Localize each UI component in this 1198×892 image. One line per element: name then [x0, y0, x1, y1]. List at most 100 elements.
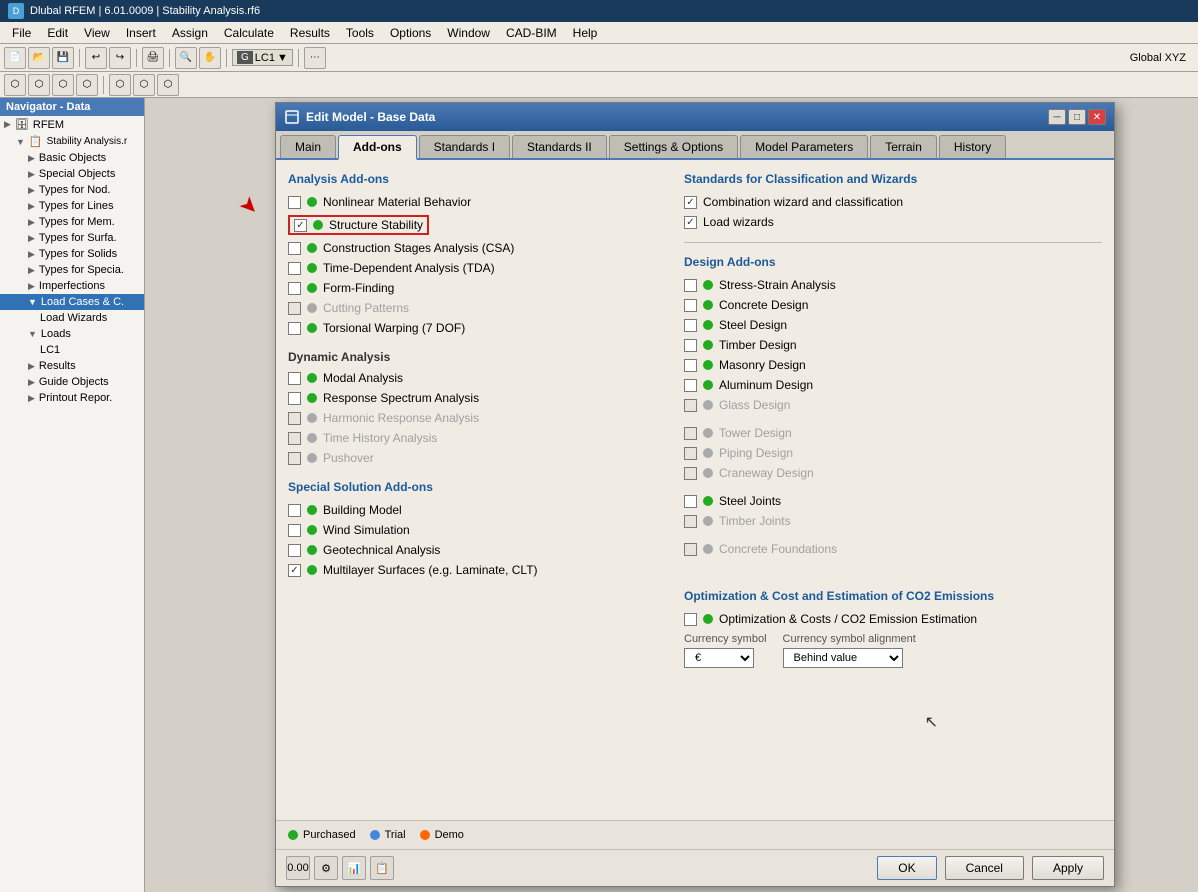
checkbox-timber[interactable] — [684, 339, 697, 352]
dot-stability — [313, 220, 323, 230]
checkbox-modal[interactable] — [288, 372, 301, 385]
new-btn[interactable]: 📄 — [4, 47, 26, 69]
nav-imperfections[interactable]: ▶ Imperfections — [0, 278, 144, 294]
nav-types-lines[interactable]: ▶ Types for Lines — [0, 198, 144, 214]
footer-icon-3[interactable]: 📊 — [342, 856, 366, 880]
tb2-7[interactable]: ⬡ — [157, 74, 179, 96]
tab-main[interactable]: Main — [280, 135, 336, 158]
undo-btn[interactable]: ↩ — [85, 47, 107, 69]
open-btn[interactable]: 📂 — [28, 47, 50, 69]
print-btn[interactable]: 🖨 — [142, 47, 164, 69]
menu-assign[interactable]: Assign — [164, 24, 216, 42]
minimize-button[interactable]: ─ — [1048, 109, 1066, 125]
checkbox-geotech[interactable] — [288, 544, 301, 557]
checkbox-stability[interactable] — [294, 219, 307, 232]
design-concretefound: Concrete Foundations — [684, 541, 1102, 557]
nav-rfem[interactable]: ▶ 🗄 RFEM — [0, 116, 144, 133]
legend-demo: Demo — [420, 829, 464, 841]
nav-printout[interactable]: ▶ Printout Repor. — [0, 390, 144, 406]
label-building: Building Model — [323, 503, 402, 517]
tb2-6[interactable]: ⬡ — [133, 74, 155, 96]
checkbox-nonlinear[interactable] — [288, 196, 301, 209]
checkbox-craneway — [684, 467, 697, 480]
tab-terrain[interactable]: Terrain — [870, 135, 937, 158]
tab-addons[interactable]: Add-ons — [338, 135, 417, 160]
zoom-btn[interactable]: 🔍 — [175, 47, 197, 69]
nav-guide-objects[interactable]: ▶ Guide Objects — [0, 374, 144, 390]
checkbox-wind[interactable] — [288, 524, 301, 537]
checkbox-combo[interactable] — [684, 196, 697, 209]
checkbox-steel[interactable] — [684, 319, 697, 332]
menu-view[interactable]: View — [76, 24, 118, 42]
tb2-3[interactable]: ⬡ — [52, 74, 74, 96]
tb2-5[interactable]: ⬡ — [109, 74, 131, 96]
menu-file[interactable]: File — [4, 24, 39, 42]
checkbox-stress[interactable] — [684, 279, 697, 292]
stability-highlight: Structure Stability — [288, 215, 429, 235]
tab-standards2[interactable]: Standards II — [512, 135, 607, 158]
nav-loads[interactable]: ▼ Loads — [0, 326, 144, 342]
menu-tools[interactable]: Tools — [338, 24, 382, 42]
tab-standards1[interactable]: Standards I — [419, 135, 510, 158]
dot-masonry — [703, 360, 713, 370]
nav-load-wizards[interactable]: Load Wizards — [0, 310, 144, 326]
design-timberjoints: Timber Joints — [684, 513, 1102, 529]
nav-types-members[interactable]: ▶ Types for Mem. — [0, 214, 144, 230]
checkbox-tower — [684, 427, 697, 440]
menu-edit[interactable]: Edit — [39, 24, 76, 42]
maximize-button[interactable]: □ — [1068, 109, 1086, 125]
footer-icon-4[interactable]: 📋 — [370, 856, 394, 880]
edit-model-dialog: Edit Model - Base Data ─ □ ✕ Main Add-on… — [275, 102, 1115, 887]
redo-btn[interactable]: ↪ — [109, 47, 131, 69]
nav-basic-objects[interactable]: ▶ Basic Objects — [0, 150, 144, 166]
menu-help[interactable]: Help — [565, 24, 606, 42]
tab-settings[interactable]: Settings & Options — [609, 135, 738, 158]
nav-types-solids[interactable]: ▶ Types for Solids — [0, 246, 144, 262]
menu-calculate[interactable]: Calculate — [216, 24, 282, 42]
tab-history[interactable]: History — [939, 135, 1006, 158]
apply-button[interactable]: Apply — [1032, 856, 1104, 880]
menu-insert[interactable]: Insert — [118, 24, 164, 42]
checkbox-tda[interactable] — [288, 262, 301, 275]
checkbox-torsional[interactable] — [288, 322, 301, 335]
menu-results[interactable]: Results — [282, 24, 338, 42]
checkbox-rsa[interactable] — [288, 392, 301, 405]
more-btn[interactable]: ⋯ — [304, 47, 326, 69]
lc-selector[interactable]: G LC1 ▼ — [232, 49, 293, 66]
nav-types-surfaces[interactable]: ▶ Types for Surfa. — [0, 230, 144, 246]
tb2-2[interactable]: ⬡ — [28, 74, 50, 96]
checkbox-masonry[interactable] — [684, 359, 697, 372]
tb2-1[interactable]: ⬡ — [4, 74, 26, 96]
currency-alignment-select[interactable]: Behind value Before value — [783, 648, 903, 668]
currency-symbol-select[interactable]: € $ £ — [684, 648, 754, 668]
checkbox-multilayer[interactable] — [288, 564, 301, 577]
tb2-4[interactable]: ⬡ — [76, 74, 98, 96]
checkbox-csa[interactable] — [288, 242, 301, 255]
menu-cadbim[interactable]: CAD-BIM — [498, 24, 565, 42]
nav-types-nodes[interactable]: ▶ Types for Nod. — [0, 182, 144, 198]
cancel-button[interactable]: Cancel — [945, 856, 1024, 880]
pan-btn[interactable]: ✋ — [199, 47, 221, 69]
legend-purchased-label: Purchased — [303, 829, 356, 841]
checkbox-steeljoints[interactable] — [684, 495, 697, 508]
nav-stability-analysis[interactable]: ▼ 📋 Stability Analysis.r — [0, 133, 144, 150]
footer-icon-1[interactable]: 0.00 — [286, 856, 310, 880]
footer-icon-2[interactable]: ⚙ — [314, 856, 338, 880]
checkbox-formfinding[interactable] — [288, 282, 301, 295]
close-button[interactable]: ✕ — [1088, 109, 1106, 125]
nav-results[interactable]: ▶ Results — [0, 358, 144, 374]
nav-special-objects[interactable]: ▶ Special Objects — [0, 166, 144, 182]
nav-types-special[interactable]: ▶ Types for Specia. — [0, 262, 144, 278]
checkbox-building[interactable] — [288, 504, 301, 517]
ok-button[interactable]: OK — [877, 856, 936, 880]
menu-window[interactable]: Window — [439, 24, 498, 42]
save-btn[interactable]: 💾 — [52, 47, 74, 69]
tab-model-params[interactable]: Model Parameters — [740, 135, 868, 158]
nav-load-cases[interactable]: ▼ Load Cases & C. — [0, 294, 144, 310]
checkbox-aluminum[interactable] — [684, 379, 697, 392]
nav-lc1[interactable]: LC1 — [0, 342, 144, 358]
checkbox-loadwizards[interactable] — [684, 216, 697, 229]
menu-options[interactable]: Options — [382, 24, 439, 42]
checkbox-co2[interactable] — [684, 613, 697, 626]
checkbox-concrete[interactable] — [684, 299, 697, 312]
